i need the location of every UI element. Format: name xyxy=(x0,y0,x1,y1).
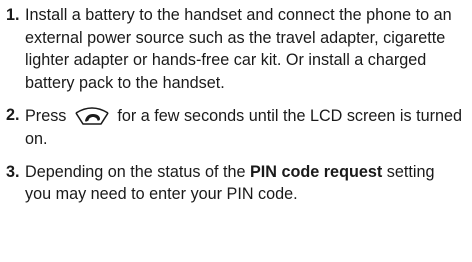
step-3-text-before: Depending on the status of the xyxy=(25,162,246,181)
pin-code-request-label: PIN code request xyxy=(250,162,383,181)
step-1: 1. Install a battery to the handset and … xyxy=(6,4,462,94)
instruction-document: 1. Install a battery to the handset and … xyxy=(0,0,472,262)
power-end-key-icon xyxy=(73,104,111,126)
step-3-body: Depending on the status of the PIN code … xyxy=(25,161,462,206)
step-3: 3. Depending on the status of the PIN co… xyxy=(6,161,462,206)
step-2: 2. Press for a few seconds until the LCD… xyxy=(6,104,462,150)
step-1-number: 1. xyxy=(6,6,20,24)
steps-list: 1. Install a battery to the handset and … xyxy=(6,4,462,206)
step-2-text-before: Press xyxy=(25,107,67,126)
step-1-text: Install a battery to the handset and con… xyxy=(25,6,452,92)
step-2-number: 2. xyxy=(6,106,20,125)
step-2-body: Press for a few seconds until the LCD sc… xyxy=(25,104,462,150)
step-3-number: 3. xyxy=(6,162,20,181)
